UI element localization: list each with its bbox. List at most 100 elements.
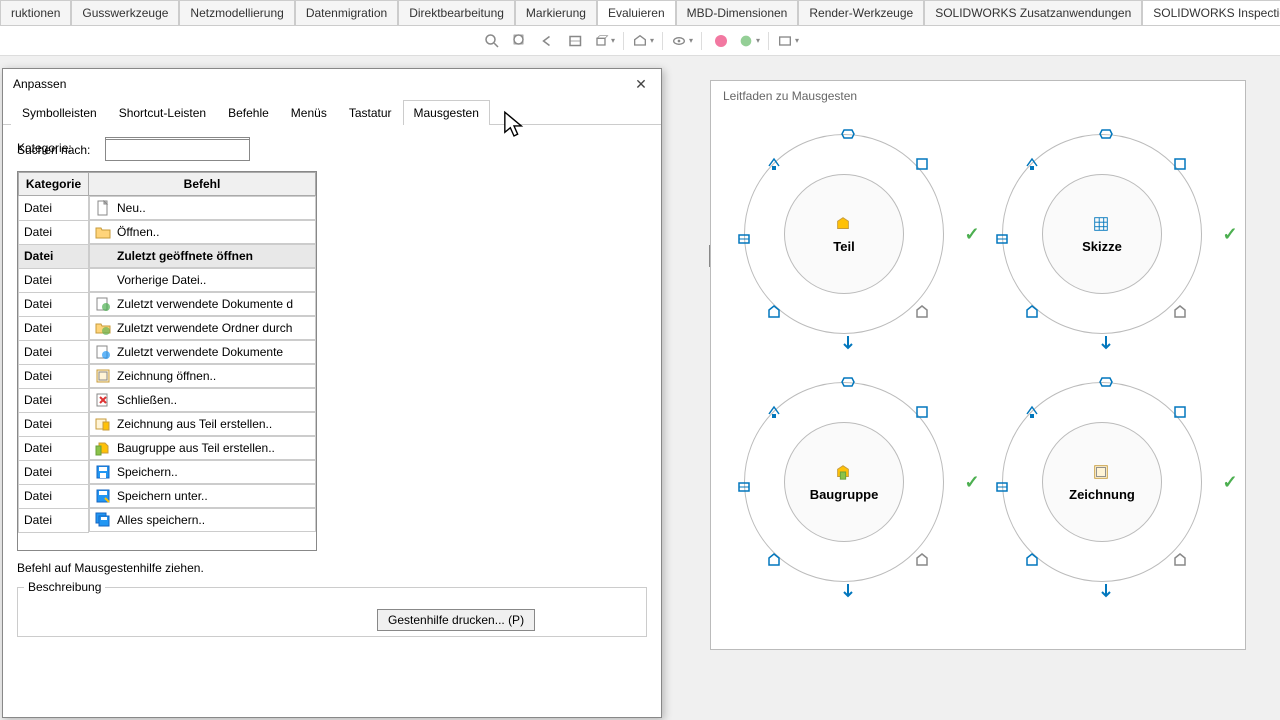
close-icon[interactable]: ✕ — [631, 74, 651, 94]
table-row[interactable]: DateiSpeichern unter.. — [19, 484, 316, 508]
wheel-center: Zeichnung — [1042, 422, 1162, 542]
save-icon — [95, 464, 111, 480]
open-icon — [95, 224, 111, 240]
ribbon-tab[interactable]: MBD-Dimensionen — [676, 0, 799, 25]
display-style-icon[interactable] — [632, 30, 654, 52]
gesture-slot[interactable] — [1021, 301, 1043, 323]
dialog-titlebar[interactable]: Anpassen ✕ — [3, 69, 661, 99]
gesture-wheel: Baugruppe✓ — [729, 367, 959, 597]
table-row[interactable]: DateiÖffnen.. — [19, 220, 316, 244]
ribbon-tab[interactable]: Direktbearbeitung — [398, 0, 515, 25]
col-command[interactable]: Befehl — [89, 173, 316, 196]
tab-commands[interactable]: Befehle — [217, 100, 280, 125]
table-row[interactable]: DateiVorherige Datei.. — [19, 268, 316, 292]
gesture-slot[interactable] — [763, 153, 785, 175]
gesture-slot[interactable] — [1199, 475, 1221, 497]
table-row[interactable]: DateiZuletzt verwendete Dokumente d — [19, 292, 316, 316]
gesture-slot[interactable] — [911, 549, 933, 571]
table-row[interactable]: DateiSpeichern.. — [19, 460, 316, 484]
zoom-area-icon[interactable] — [509, 30, 531, 52]
ribbon-tab[interactable]: ruktionen — [0, 0, 71, 25]
gesture-slot[interactable] — [911, 401, 933, 423]
ribbon-tab[interactable]: Datenmigration — [295, 0, 398, 25]
ribbon-tab[interactable]: SOLIDWORKS Zusatzanwendungen — [924, 0, 1142, 25]
table-row[interactable]: DateiZeichnung aus Teil erstellen.. — [19, 412, 316, 436]
gesture-slot[interactable] — [837, 123, 859, 145]
gesture-slot[interactable] — [763, 401, 785, 423]
gesture-slot[interactable] — [911, 301, 933, 323]
gesture-slot[interactable] — [1021, 401, 1043, 423]
ribbon-tabs: ruktionen Gusswerkzeuge Netzmodellierung… — [0, 0, 1280, 26]
prev-view-icon[interactable] — [537, 30, 559, 52]
wheel-label: Baugruppe — [810, 487, 879, 502]
search-input[interactable] — [105, 139, 250, 161]
gesture-slot[interactable] — [1199, 227, 1221, 249]
folder-icon — [95, 320, 111, 336]
drawopen-icon — [95, 368, 111, 384]
table-row[interactable]: DateiZuletzt verwendete Ordner durch — [19, 316, 316, 340]
table-row[interactable]: DateiZuletzt verwendete Dokumente — [19, 340, 316, 364]
ribbon-tab[interactable]: Markierung — [515, 0, 597, 25]
scene-icon[interactable] — [738, 30, 760, 52]
gesture-slot[interactable] — [1169, 301, 1191, 323]
gesture-slot[interactable] — [991, 475, 1013, 497]
gesture-slot[interactable] — [763, 549, 785, 571]
gesture-slot[interactable] — [1169, 401, 1191, 423]
tab-toolbars[interactable]: Symbolleisten — [11, 100, 108, 125]
gesture-slot[interactable] — [837, 579, 859, 601]
gesture-slot[interactable] — [911, 153, 933, 175]
check-icon: ✓ — [1219, 471, 1241, 493]
gesture-slot[interactable] — [1021, 153, 1043, 175]
tab-menus[interactable]: Menüs — [280, 100, 338, 125]
view-settings-icon[interactable] — [777, 30, 799, 52]
gesture-slot[interactable] — [1169, 549, 1191, 571]
col-category[interactable]: Kategorie — [19, 173, 89, 196]
view-toolbar — [0, 26, 1280, 56]
gesture-slot[interactable] — [1095, 331, 1117, 353]
gesture-slot[interactable] — [733, 227, 755, 249]
ribbon-tab[interactable]: Evaluieren — [597, 0, 676, 25]
wheel-center: Baugruppe — [784, 422, 904, 542]
gesture-slot[interactable] — [1021, 549, 1043, 571]
drag-hint: Befehl auf Mausgestenhilfe ziehen. — [17, 561, 647, 575]
gesture-slot[interactable] — [733, 475, 755, 497]
dialog-title: Anpassen — [13, 77, 66, 91]
gesture-slot[interactable] — [1095, 579, 1117, 601]
commands-table[interactable]: Kategorie Befehl DateiNeu..DateiÖffnen..… — [17, 171, 317, 551]
gesture-slot[interactable] — [837, 331, 859, 353]
gesture-slot[interactable] — [991, 227, 1013, 249]
table-row[interactable]: DateiZeichnung öffnen.. — [19, 364, 316, 388]
gesture-slot[interactable] — [1095, 371, 1117, 393]
hide-show-icon[interactable] — [671, 30, 693, 52]
zoom-fit-icon[interactable] — [481, 30, 503, 52]
ribbon-tab[interactable]: SOLIDWORKS Inspection — [1142, 0, 1280, 25]
close-icon — [95, 392, 111, 408]
table-row[interactable]: DateiZuletzt geöffnete öffnen — [19, 244, 316, 268]
tab-mouse-gestures[interactable]: Mausgesten — [403, 100, 490, 125]
table-row[interactable]: DateiSchließen.. — [19, 388, 316, 412]
customize-dialog: Anpassen ✕ Symbolleisten Shortcut-Leiste… — [2, 68, 662, 718]
appearance-icon[interactable] — [710, 30, 732, 52]
table-row[interactable]: DateiNeu.. — [19, 196, 316, 221]
gesture-wheel: Zeichnung✓ — [987, 367, 1217, 597]
description-group: Beschreibung — [17, 587, 647, 637]
gesture-slot[interactable] — [941, 227, 963, 249]
description-label: Beschreibung — [24, 580, 105, 594]
gesture-slot[interactable] — [763, 301, 785, 323]
tab-keyboard[interactable]: Tastatur — [338, 100, 403, 125]
table-row[interactable]: DateiBaugruppe aus Teil erstellen.. — [19, 436, 316, 460]
section-view-icon[interactable] — [565, 30, 587, 52]
wheel-label: Zeichnung — [1069, 487, 1135, 502]
recent-icon — [95, 296, 111, 312]
ribbon-tab[interactable]: Gusswerkzeuge — [71, 0, 179, 25]
gesture-slot[interactable] — [941, 475, 963, 497]
table-row[interactable]: DateiAlles speichern.. — [19, 508, 316, 532]
view-orientation-icon[interactable] — [593, 30, 615, 52]
gesture-slot[interactable] — [1169, 153, 1191, 175]
tab-shortcut-bars[interactable]: Shortcut-Leisten — [108, 100, 217, 125]
ribbon-tab[interactable]: Render-Werkzeuge — [798, 0, 924, 25]
gesture-slot[interactable] — [1095, 123, 1117, 145]
gesture-slot[interactable] — [837, 371, 859, 393]
ribbon-tab[interactable]: Netzmodellierung — [179, 0, 294, 25]
wheel-center: Skizze — [1042, 174, 1162, 294]
